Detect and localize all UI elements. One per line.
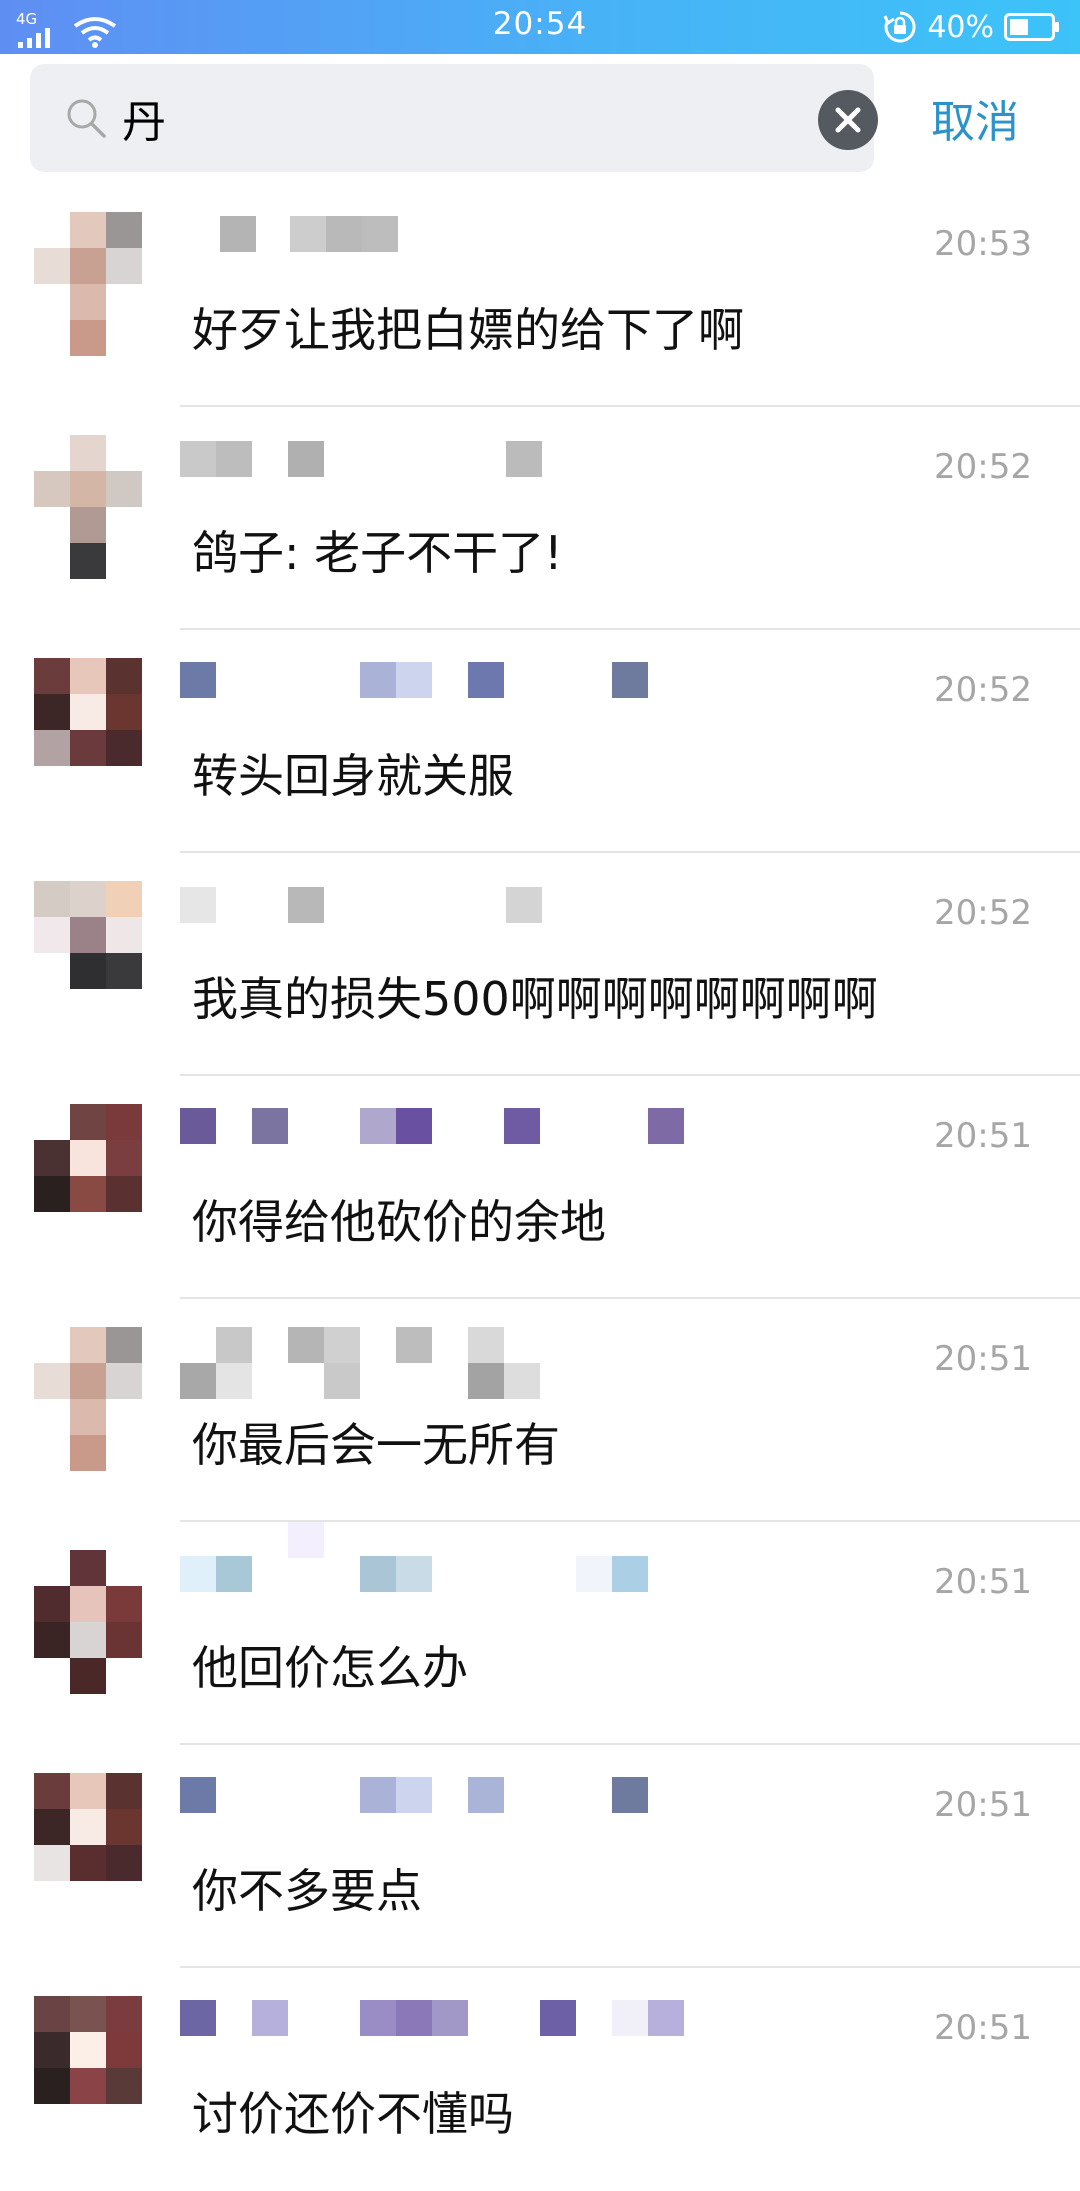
- result-item[interactable]: 你最后会一无所有 20:51: [0, 1299, 1080, 1522]
- battery-percentage: 40%: [927, 9, 994, 45]
- message-time: 20:51: [934, 1562, 1032, 1602]
- status-bar: 4G 20:54 40%: [0, 0, 1080, 54]
- result-item[interactable]: 鸽子: 老子不干了! 20:52: [0, 407, 1080, 630]
- search-icon: [67, 99, 106, 138]
- message-text: 好歹让我把白嫖的给下了啊: [192, 303, 744, 357]
- avatar: [34, 1773, 150, 1917]
- search-bar: [30, 64, 878, 172]
- message-text: 你得给他砍价的余地: [192, 1195, 606, 1249]
- message-text: 你不多要点: [192, 1864, 422, 1918]
- search-input[interactable]: [122, 82, 802, 154]
- cancel-button[interactable]: 取消: [900, 64, 1050, 172]
- sender-name-redacted: [180, 883, 740, 925]
- battery-icon: [1004, 13, 1059, 41]
- message-text: 转头回身就关服: [192, 749, 514, 803]
- clear-search-button[interactable]: [818, 90, 878, 150]
- result-item[interactable]: 他回价怎么办 20:51: [0, 1522, 1080, 1745]
- sender-name-redacted: [180, 660, 740, 702]
- close-icon: [835, 107, 861, 133]
- avatar: [34, 1996, 150, 2140]
- message-text: 我真的损失500啊啊啊啊啊啊啊啊: [192, 972, 878, 1026]
- rotation-lock-icon: [883, 11, 916, 43]
- avatar: [34, 1550, 150, 1694]
- result-item[interactable]: 转头回身就关服 20:52: [0, 630, 1080, 853]
- result-item[interactable]: 我真的损失500啊啊啊啊啊啊啊啊 20:52: [0, 853, 1080, 1076]
- sender-name-redacted: [180, 437, 740, 479]
- message-text: 他回价怎么办: [192, 1641, 468, 1695]
- message-text: 鸽子: 老子不干了!: [192, 526, 563, 580]
- message-time: 20:53: [934, 224, 1032, 264]
- result-item[interactable]: 你得给他砍价的余地 20:51: [0, 1076, 1080, 1299]
- avatar: [34, 212, 150, 356]
- sender-name-redacted: [180, 1775, 740, 1817]
- sender-name-redacted: [180, 1998, 740, 2040]
- message-time: 20:51: [934, 1785, 1032, 1825]
- search-results-list: 好歹让我把白嫖的给下了啊 20:53 鸽子: 老子不干了! 20:52 转头回身…: [0, 184, 1080, 2191]
- sender-name-redacted: [180, 1106, 740, 1148]
- message-text: 讨价还价不懂吗: [192, 2087, 514, 2141]
- avatar: [34, 1327, 150, 1471]
- message-time: 20:51: [934, 2008, 1032, 2048]
- avatar: [34, 435, 150, 579]
- sender-name-redacted: [180, 1327, 740, 1399]
- avatar: [34, 1104, 150, 1248]
- message-time: 20:52: [934, 447, 1032, 487]
- result-item[interactable]: 讨价还价不懂吗 20:51: [0, 1968, 1080, 2191]
- message-time: 20:51: [934, 1339, 1032, 1379]
- avatar: [34, 658, 150, 802]
- sender-name-redacted: [180, 1522, 740, 1594]
- message-time: 20:52: [934, 893, 1032, 933]
- avatar: [34, 881, 150, 1025]
- message-text: 你最后会一无所有: [192, 1418, 560, 1472]
- result-item[interactable]: 你不多要点 20:51: [0, 1745, 1080, 1968]
- status-right: 40%: [883, 6, 1060, 48]
- result-item[interactable]: 好歹让我把白嫖的给下了啊 20:53: [0, 184, 1080, 407]
- sender-name-redacted: [180, 214, 740, 256]
- message-time: 20:52: [934, 670, 1032, 710]
- message-time: 20:51: [934, 1116, 1032, 1156]
